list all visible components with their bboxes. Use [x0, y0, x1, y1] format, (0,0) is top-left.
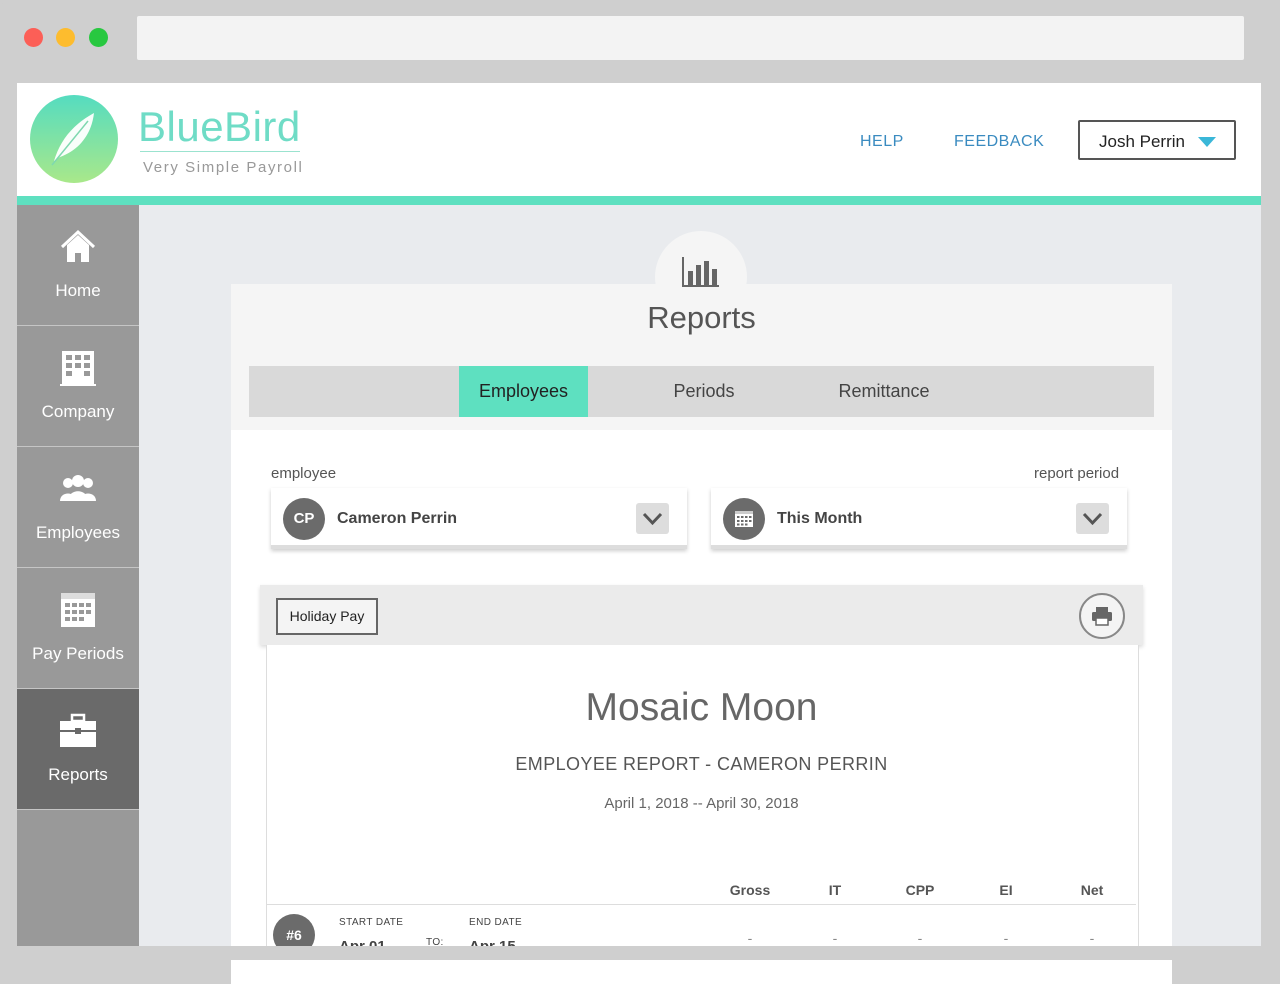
tab-remittance[interactable]: Remittance [819, 366, 949, 417]
address-bar[interactable] [137, 16, 1244, 60]
chevron-down-icon[interactable] [636, 503, 669, 534]
printer-icon[interactable] [1079, 593, 1125, 639]
report-tabs: Employees Periods Remittance [249, 366, 1154, 417]
tab-periods[interactable]: Periods [649, 366, 759, 417]
cpp-value: - [917, 930, 923, 946]
employee-select[interactable]: CP Cameron Perrin [271, 488, 687, 549]
tab-employees[interactable]: Employees [459, 366, 588, 417]
net-value: - [1089, 930, 1095, 946]
holiday-pay-button[interactable]: Holiday Pay [276, 598, 378, 635]
start-date-label: START DATE [339, 917, 404, 928]
company-name: Mosaic Moon [585, 686, 818, 729]
report-date-range: April 1, 2018 -- April 30, 2018 [604, 795, 799, 812]
minimize-window-button[interactable] [56, 28, 75, 47]
sidebar-item-company[interactable]: Company [17, 326, 139, 447]
table-divider [267, 904, 1136, 905]
sidebar-label-employees: Employees [35, 523, 121, 542]
page-title: Reports [647, 300, 756, 335]
user-name: Josh Perrin [1099, 132, 1185, 151]
feedback-link[interactable]: FEEDBACK [954, 133, 1044, 151]
browser-window: BlueBird Very Simple Payroll HELP FEEDBA… [0, 0, 1280, 984]
ei-value: - [1003, 930, 1009, 946]
calendar-icon [61, 593, 95, 627]
gross-value: - [747, 930, 753, 946]
employee-avatar: CP [283, 498, 325, 540]
brand-tagline: Very Simple Payroll [143, 159, 304, 176]
user-menu-button[interactable]: Josh Perrin [1078, 120, 1236, 160]
chevron-down-icon[interactable] [1076, 503, 1109, 534]
calendar-avatar-icon [723, 498, 765, 540]
report-toolbar: Holiday Pay [260, 585, 1143, 645]
close-window-button[interactable] [24, 28, 43, 47]
sidebar-item-employees[interactable]: Employees [17, 447, 139, 568]
sidebar-item-pay-periods[interactable]: Pay Periods [17, 568, 139, 689]
column-header-ei: EI [999, 882, 1013, 898]
employee-select-value: Cameron Perrin [337, 510, 458, 527]
select-underline [271, 545, 687, 549]
column-header-cpp: CPP [905, 882, 935, 898]
end-date-label: END DATE [469, 917, 523, 928]
report-heading: EMPLOYEE REPORT - CAMERON PERRIN [515, 754, 888, 774]
app-header: BlueBird Very Simple Payroll HELP FEEDBA… [17, 83, 1261, 196]
report-period-select[interactable]: This Month [711, 488, 1127, 549]
sidebar-label-company: Company [41, 402, 115, 421]
people-icon [60, 475, 96, 501]
brand-name: BlueBird [138, 103, 301, 150]
sidebar-label-pay-periods: Pay Periods [32, 644, 124, 663]
select-underline [711, 545, 1127, 549]
help-link[interactable]: HELP [860, 133, 904, 151]
window-bottom-frame [0, 946, 1280, 960]
brand-divider [140, 151, 300, 152]
column-header-it: IT [828, 882, 842, 898]
caret-down-icon [1198, 137, 1216, 147]
building-icon [60, 351, 96, 386]
feather-logo-icon[interactable] [30, 95, 118, 183]
maximize-window-button[interactable] [89, 28, 108, 47]
employee-field-label: employee [271, 465, 337, 482]
sidebar-label-home: Home [55, 281, 101, 300]
column-header-net: Net [1080, 882, 1104, 898]
column-header-gross: Gross [729, 882, 771, 898]
report-period-value: This Month [777, 510, 863, 527]
home-icon [60, 229, 96, 262]
header-accent-bar [17, 196, 1261, 205]
report-period-field-label: report period [1034, 465, 1120, 482]
it-value: - [832, 930, 838, 946]
